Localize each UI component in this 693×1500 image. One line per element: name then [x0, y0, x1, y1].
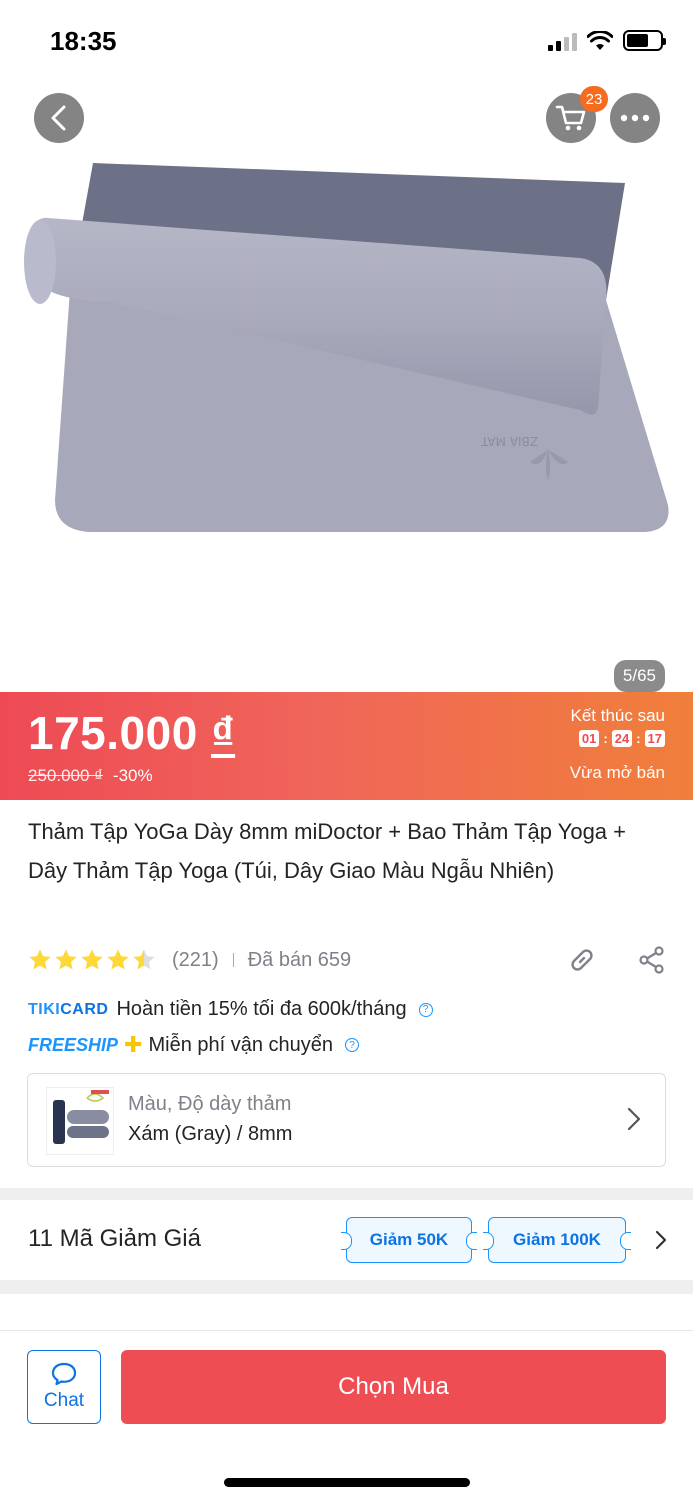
rating-count[interactable]: (221) [172, 949, 219, 972]
star-icon [29, 949, 51, 970]
discount-percent: -30% [112, 766, 153, 785]
freeship-text: Miễn phí vận chuyển [148, 1033, 334, 1056]
coupon-tag[interactable]: Giảm 50K [341, 1217, 477, 1263]
section-divider [0, 1188, 693, 1200]
tikicard-promo[interactable]: TIKICARD Hoàn tiền 15% tối đa 600k/tháng… [28, 998, 433, 1021]
deal-ends-label: Kết thúc sau [570, 706, 665, 725]
current-price: 175.000 ₫ [28, 706, 235, 760]
chat-bubble-icon [51, 1362, 77, 1386]
original-price: 250.000 ₫ [28, 766, 103, 785]
chat-label: Chat [43, 1390, 85, 1411]
chevron-right-icon[interactable] [655, 1230, 667, 1250]
coupon-section[interactable]: 11 Mã Giảm Giá Giảm 50K Giảm 100K [0, 1200, 693, 1280]
variant-value: Xám (Gray) / 8mm [128, 1123, 293, 1145]
help-icon[interactable]: ? [418, 1002, 433, 1017]
countdown: 01: 24: 17 [570, 730, 665, 747]
product-image: ZBIA MAT [24, 163, 669, 532]
variant-thumbnail [46, 1087, 114, 1155]
buy-button[interactable]: Chọn Mua [121, 1350, 666, 1424]
status-icons [548, 30, 666, 51]
share-button[interactable] [636, 944, 668, 976]
coupon-tag[interactable]: Giảm 100K [483, 1217, 631, 1263]
more-dots-icon [620, 114, 650, 122]
sold-count: Đã bán 659 [247, 948, 352, 971]
product-image-gallery[interactable]: ZBIA MAT 23 5/65 [0, 84, 693, 692]
product-actions [566, 944, 668, 976]
countdown-hours: 01 [578, 730, 600, 747]
coupon-count-title: 11 Mã Giảm Giá [28, 1225, 201, 1252]
variant-label: Màu, Độ dày thảm [128, 1093, 292, 1115]
plus-icon: ✚ [124, 1032, 143, 1057]
chat-button[interactable]: Chat [27, 1350, 101, 1424]
status-time: 18:35 [50, 26, 117, 56]
freeship-promo[interactable]: FREESHIP ✚ Miễn phí vận chuyển ? [28, 1032, 360, 1058]
chevron-left-icon [51, 105, 66, 131]
share-icon [639, 946, 664, 974]
countdown-minutes: 24 [611, 730, 633, 747]
deal-status: Vừa mở bán [569, 763, 665, 782]
rating-stars[interactable] [28, 948, 156, 972]
status-bar: 18:35 [0, 0, 693, 84]
back-button[interactable] [34, 93, 84, 143]
rating-row: (221) Đã bán 659 [28, 944, 668, 976]
current-price-value: 175.000 [28, 707, 198, 759]
star-icon [107, 949, 129, 970]
home-indicator [224, 1478, 470, 1487]
copy-link-button[interactable] [566, 944, 598, 976]
star-icon [133, 949, 155, 970]
battery-icon [623, 30, 666, 51]
star-icon [55, 949, 77, 970]
flash-deal-timer: Kết thúc sau 01: 24: 17 Vừa mở bán [570, 706, 665, 783]
cart-icon [555, 105, 586, 131]
mat-logo: ZBIA MAT [480, 434, 538, 448]
price-old-row: 250.000 ₫ -30% [28, 766, 153, 786]
variant-selector[interactable]: Màu, Độ dày thảm Xám (Gray) / 8mm [27, 1073, 666, 1167]
cart-button[interactable]: 23 [546, 86, 608, 143]
chevron-right-icon [627, 1107, 641, 1131]
image-counter: 5/65 [613, 660, 665, 692]
cellular-signal-icon [548, 31, 577, 51]
countdown-seconds: 17 [644, 730, 665, 747]
product-title: Thảm Tập YoGa Dày 8mm miDoctor + Bao Thả… [28, 819, 626, 883]
star-icon [81, 949, 103, 970]
price-banner: 175.000 ₫ 250.000 ₫ -30% Kết thúc sau 01… [0, 692, 693, 800]
freeship-logo: FREESHIP [28, 1034, 119, 1055]
help-icon[interactable]: ? [345, 1038, 360, 1052]
tikicard-text: Hoàn tiền 15% tối đa 600k/tháng [116, 998, 407, 1020]
more-options-button[interactable] [610, 93, 660, 143]
bottom-action-bar: Chat Chọn Mua [0, 1330, 693, 1500]
currency-symbol: ₫ [211, 707, 236, 759]
wifi-icon [587, 30, 613, 50]
tikicard-logo: TIKICARD [28, 1000, 109, 1018]
link-icon [571, 949, 593, 971]
cart-count-badge: 23 [580, 86, 608, 112]
section-divider [0, 1280, 693, 1294]
